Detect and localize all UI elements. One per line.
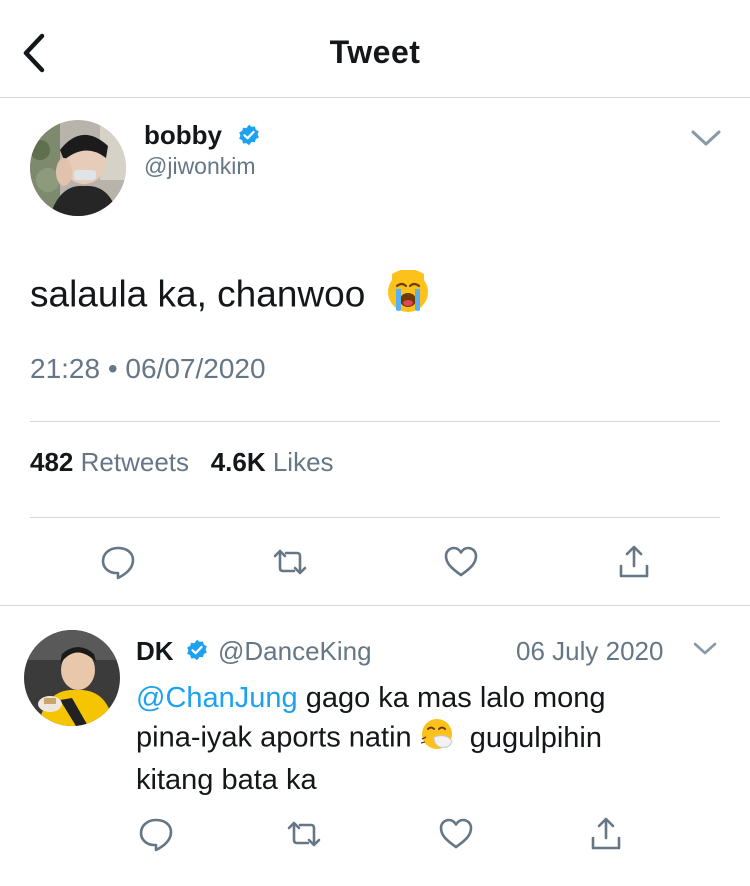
page-title: Tweet [329,34,421,70]
reply-text-part: gago ka mas lalo mong [297,682,606,714]
verified-badge-icon [186,639,208,661]
heart-icon[interactable] [438,816,474,852]
tweet-text-content: salaula ka, chanwoo [30,273,366,315]
more-chevron-down-icon[interactable] [690,128,722,148]
reply-icon[interactable] [138,816,174,852]
likes-label: Likes [272,447,334,477]
reply-author-avatar[interactable] [24,630,120,726]
heart-icon[interactable] [443,544,479,580]
reply-text: @ChanJung gago ka mas lalo mong pina-iya… [136,679,726,799]
reply-author-name[interactable]: DK [136,636,174,667]
author-name[interactable]: bobby [144,120,222,151]
retweets-count: 482 [30,447,74,477]
reply-icon[interactable] [100,544,136,580]
retweets-label: Retweets [80,447,190,477]
share-icon[interactable] [588,816,624,852]
retweet-icon[interactable] [272,544,308,580]
reply-date: 06 July 2020 [516,636,664,666]
reply-line-2: pina-iyak aports natin gugulpihin [136,717,726,761]
mention-link[interactable]: @ChanJung [136,682,298,714]
author-avatar[interactable] [30,120,126,216]
tweet-stats: 482 Retweets 4.6K Likes [30,447,334,478]
reply-text-part: gugulpihin [461,721,603,754]
reply-more-chevron-down-icon[interactable] [692,640,718,658]
divider [30,517,720,518]
retweet-stat[interactable]: 482 Retweets [30,447,189,477]
share-icon[interactable] [616,544,652,580]
reply-author-handle[interactable]: @DanceKing [218,636,372,667]
loudly-crying-face-emoji-icon [386,269,430,323]
thread-divider [0,605,750,606]
likes-count: 4.6K [210,447,266,477]
sneezing-face-emoji-icon [420,717,454,761]
likes-stat[interactable]: 4.6K Likes [211,447,334,477]
reply-line-1: @ChanJung gago ka mas lalo mong [136,679,726,717]
verified-badge-icon [238,124,260,146]
tweet-text: salaula ka, chanwoo [30,269,430,323]
reply-text-part: pina-iyak aports natin [136,721,420,754]
tweet-timestamp[interactable]: 21:28 • 06/07/2020 [30,353,266,385]
divider [30,421,720,422]
reply-line-3: kitang bata ka [136,764,317,796]
author-handle[interactable]: @jiwonkim [144,153,256,180]
retweet-icon[interactable] [286,816,322,852]
